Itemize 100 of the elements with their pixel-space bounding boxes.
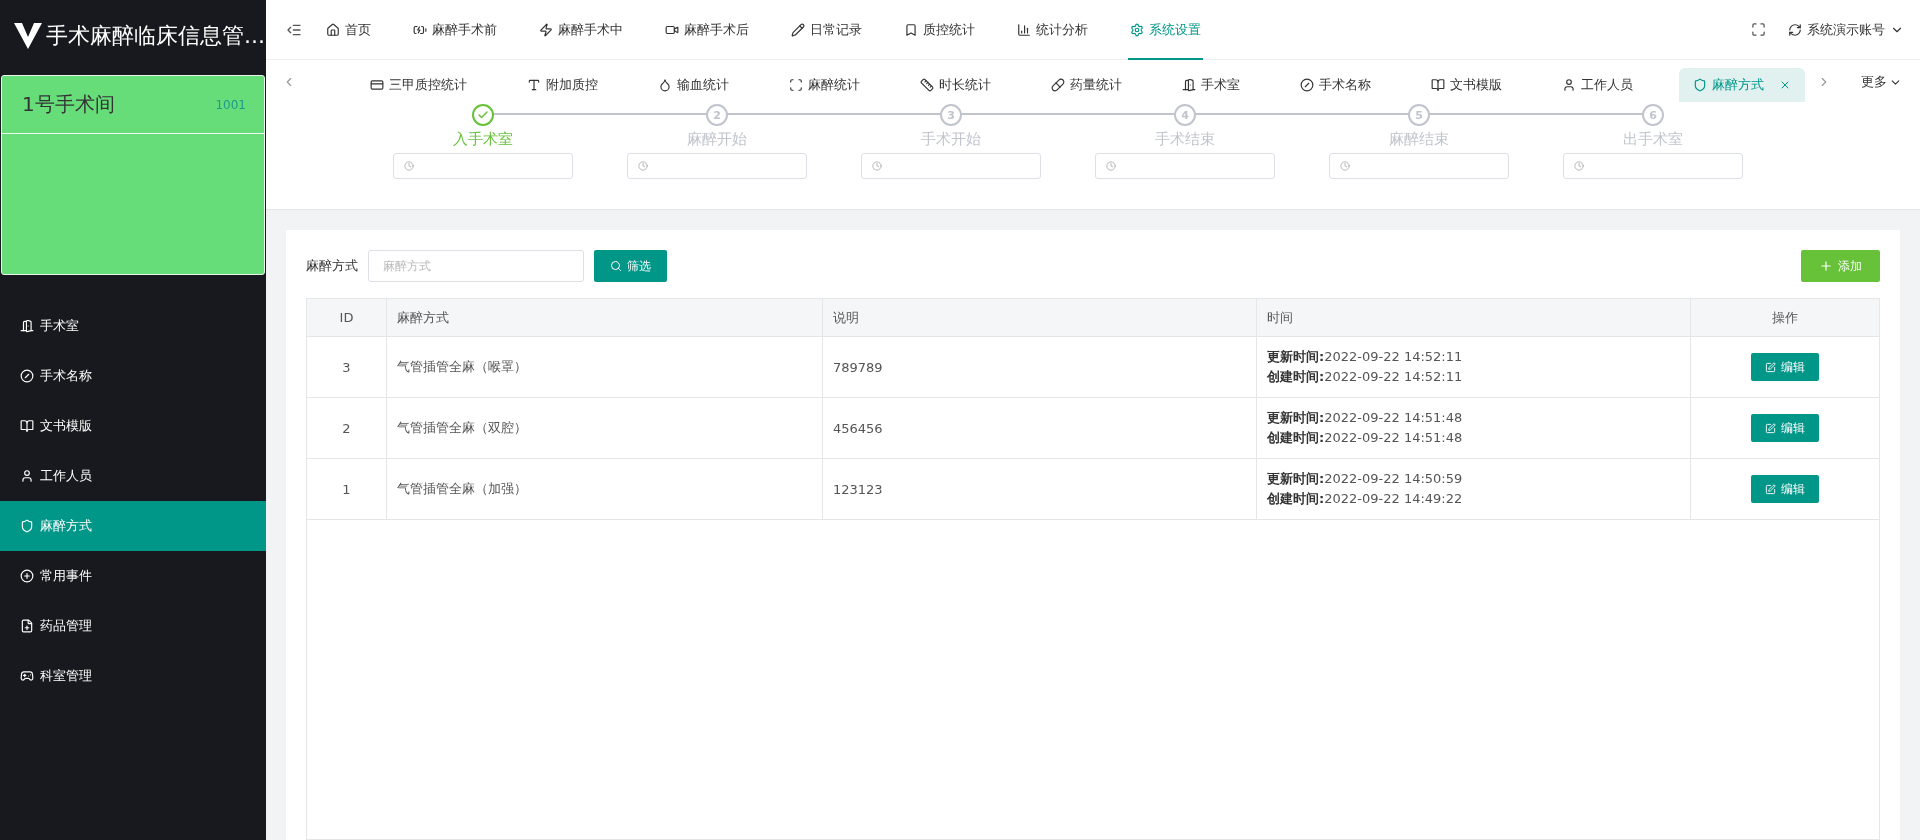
sidebar-item-label: 文书模版 xyxy=(40,417,92,435)
account-menu[interactable]: 系统演示账号 xyxy=(1788,20,1904,39)
table-cell: 气管插管全麻（双腔） xyxy=(387,398,823,458)
table-cell: 2 xyxy=(307,398,387,458)
step-marker: 4 xyxy=(1174,104,1196,126)
room-card[interactable]: 1号手术间 1001 xyxy=(1,75,265,275)
sidebar-item-label: 常用事件 xyxy=(40,567,92,585)
scan-icon xyxy=(789,78,803,92)
time-field[interactable] xyxy=(1095,153,1275,179)
top-nav-item[interactable]: 麻醉手术前 xyxy=(411,0,499,60)
top-nav-item[interactable]: 麻醉手术后 xyxy=(663,0,751,60)
tab-label: 工作人员 xyxy=(1581,76,1633,94)
refresh-icon xyxy=(1788,22,1802,37)
time-field[interactable] xyxy=(627,153,807,179)
top-nav-item[interactable]: 麻醉手术中 xyxy=(537,0,625,60)
person-icon xyxy=(1562,78,1576,92)
filter-button[interactable]: 筛选 xyxy=(594,250,667,282)
step-label: 出手术室 xyxy=(1623,130,1683,149)
top-nav-label: 麻醉手术中 xyxy=(558,20,623,39)
table-cell: 气管插管全麻（喉罩） xyxy=(387,337,823,397)
card-icon xyxy=(370,78,384,92)
tab[interactable]: 麻醉统计 xyxy=(775,68,874,102)
top-nav-label: 首页 xyxy=(345,20,371,39)
gamepad-icon xyxy=(20,669,34,683)
clock-icon xyxy=(1340,161,1350,171)
tab-label: 药量统计 xyxy=(1070,76,1122,94)
sidebar-item[interactable]: 文书模版 xyxy=(0,401,266,451)
shield-icon xyxy=(20,519,34,533)
clock-icon xyxy=(638,161,648,171)
table-cell: 3 xyxy=(307,337,387,397)
table-cell: 789789 xyxy=(823,337,1257,397)
tab[interactable]: 时长统计 xyxy=(906,68,1005,102)
step-marker: 3 xyxy=(940,104,962,126)
sidebar-item-label: 手术名称 xyxy=(40,367,92,385)
book-icon xyxy=(1431,78,1445,92)
edit-button[interactable]: 编辑 xyxy=(1751,475,1819,503)
created-time: 创建时间:2022-09-22 14:51:48 xyxy=(1267,429,1463,447)
clock-icon xyxy=(872,161,882,171)
step-label: 手术结束 xyxy=(1155,130,1215,149)
person-icon xyxy=(20,469,34,483)
tab-label: 手术室 xyxy=(1201,76,1240,94)
plus-circle-icon xyxy=(20,569,34,583)
droplet-icon xyxy=(658,78,672,92)
text-icon xyxy=(527,78,541,92)
tab[interactable]: 文书模版 xyxy=(1417,68,1516,102)
top-nav-item[interactable]: 日常记录 xyxy=(789,0,864,60)
search-field[interactable]: 麻醉方式 xyxy=(368,250,584,282)
edit-button[interactable]: 编辑 xyxy=(1751,414,1819,442)
pen-icon xyxy=(1765,361,1776,373)
tab[interactable]: 手术名称 xyxy=(1286,68,1385,102)
top-nav-item[interactable]: 统计分析 xyxy=(1015,0,1090,60)
sidebar-item[interactable]: 科室管理 xyxy=(0,651,266,701)
sidebar-item[interactable]: 药品管理 xyxy=(0,601,266,651)
pencil-icon xyxy=(791,22,805,37)
edit-button[interactable]: 编辑 xyxy=(1751,353,1819,381)
table-cell: 123123 xyxy=(823,459,1257,519)
step-label: 麻醉结束 xyxy=(1389,130,1449,149)
pen-icon xyxy=(1765,422,1776,434)
top-nav-label: 统计分析 xyxy=(1036,20,1088,39)
sidebar-item[interactable]: 常用事件 xyxy=(0,551,266,601)
sidebar-item[interactable]: 麻醉方式 xyxy=(0,501,266,551)
home-icon xyxy=(326,22,340,37)
sidebar-item[interactable]: 手术室 xyxy=(0,301,266,351)
top-nav-label: 质控统计 xyxy=(923,20,975,39)
tab[interactable]: 输血统计 xyxy=(644,68,743,102)
column-header: 操作 xyxy=(1771,308,1799,327)
more-label: 更多 xyxy=(1861,73,1887,91)
clock-icon xyxy=(1106,161,1116,171)
tab[interactable]: 附加质控 xyxy=(513,68,612,102)
tab-label: 输血统计 xyxy=(677,76,729,94)
top-nav-item[interactable]: 首页 xyxy=(324,0,373,60)
tab[interactable]: 工作人员 xyxy=(1548,68,1647,102)
step-marker: 2 xyxy=(706,104,728,126)
time-field[interactable] xyxy=(1329,153,1509,179)
sidebar-item-label: 手术室 xyxy=(40,317,79,335)
bookmark-icon xyxy=(904,22,918,37)
sidebar-item[interactable]: 工作人员 xyxy=(0,451,266,501)
time-field[interactable] xyxy=(1563,153,1743,179)
close-icon[interactable] xyxy=(1779,79,1791,91)
time-field[interactable] xyxy=(393,153,573,179)
fullscreen-icon[interactable] xyxy=(1751,22,1766,37)
check-icon xyxy=(477,109,489,121)
tab-label: 三甲质控统计 xyxy=(389,76,467,94)
top-nav-item[interactable]: 质控统计 xyxy=(902,0,977,60)
ruler-icon xyxy=(920,78,934,92)
tab[interactable]: 药量统计 xyxy=(1037,68,1136,102)
logo-icon xyxy=(14,23,42,49)
tab[interactable]: 三甲质控统计 xyxy=(356,68,481,102)
sidebar-item-label: 药品管理 xyxy=(40,617,92,635)
tab[interactable]: 手术室 xyxy=(1168,68,1254,102)
sidebar-item[interactable]: 手术名称 xyxy=(0,351,266,401)
app-title: 手术麻醉临床信息管... xyxy=(46,22,265,50)
filter-label: 麻醉方式 xyxy=(306,257,358,275)
more-menu[interactable]: 更多 xyxy=(1861,73,1902,91)
shield-icon xyxy=(1693,78,1707,92)
time-field[interactable] xyxy=(861,153,1041,179)
top-nav-label: 麻醉手术后 xyxy=(684,20,749,39)
top-nav-label: 系统设置 xyxy=(1149,20,1201,39)
slash-circle-icon xyxy=(1300,78,1314,92)
table-cell: 456456 xyxy=(823,398,1257,458)
